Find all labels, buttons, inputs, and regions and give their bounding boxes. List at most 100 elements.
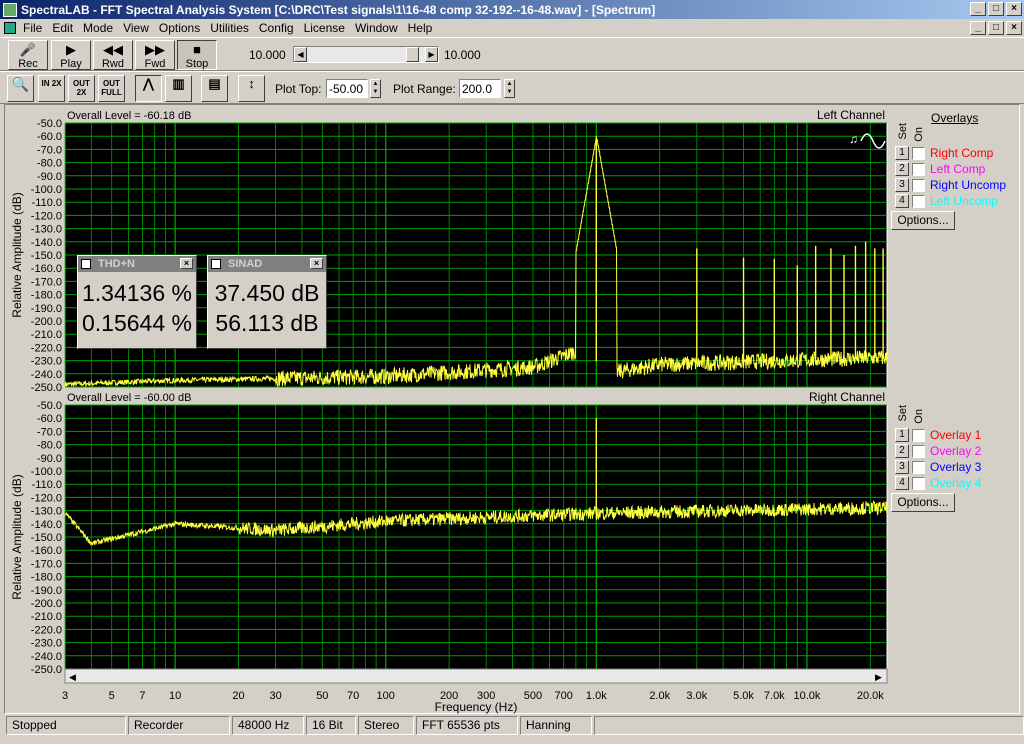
panel-icon <box>81 259 91 269</box>
bar-graph-button[interactable]: ▥ <box>165 75 192 102</box>
doc-minimize-button[interactable]: _ <box>970 21 986 35</box>
overlay-set-button[interactable]: 1 <box>895 146 909 160</box>
x-tick-label: 30 <box>269 690 281 702</box>
overlay-set-button[interactable]: 4 <box>895 194 909 208</box>
doc-restore-button[interactable]: □ <box>988 21 1004 35</box>
fastforward-button[interactable]: ▶▶ Fwd <box>135 40 175 70</box>
overlay-options-button[interactable]: Options... <box>891 211 955 230</box>
line-graph-button[interactable]: ⋀ <box>135 75 162 102</box>
overlay-checkbox[interactable] <box>912 444 925 458</box>
status-channels: Stereo <box>358 716 414 735</box>
menu-edit[interactable]: Edit <box>47 21 78 35</box>
plot-toolbar: 🔍 IN 2X OUT 2X OUT FULL ⋀ ▥ ▤ ↕ Plot Top… <box>0 71 1024 104</box>
rewind-button[interactable]: ◀◀ Rwd <box>93 40 133 70</box>
overlay-set-button[interactable]: 3 <box>895 460 909 474</box>
overlay-row: 4 Left Uncomp <box>895 193 998 209</box>
status-fft-size: FFT 65536 pts <box>416 716 518 735</box>
overlay-options-button[interactable]: Options... <box>891 493 955 512</box>
overlay-checkbox[interactable] <box>912 146 925 160</box>
y-tick-label: -130.0 <box>31 224 62 236</box>
menu-mode[interactable]: Mode <box>78 21 118 35</box>
plot-range-input[interactable]: 200.0 <box>459 79 501 98</box>
minimize-button[interactable]: _ <box>970 2 986 16</box>
plot-top-label: Plot Top: <box>275 82 322 96</box>
channel-label: Right Channel <box>809 390 885 404</box>
overlay-row: 3 Right Uncomp <box>895 177 1006 193</box>
overlay-set-button[interactable]: 2 <box>895 444 909 458</box>
zoom-button[interactable]: 🔍 <box>7 75 34 102</box>
sinad-panel[interactable]: SINAD × 37.450 dB 56.113 dB <box>207 255 327 349</box>
y-tick-label: -240.0 <box>31 369 62 381</box>
y-tick-label: -70.0 <box>37 144 62 156</box>
menu-options[interactable]: Options <box>154 21 205 35</box>
sinad-panel-header[interactable]: SINAD × <box>208 256 326 272</box>
spectrum-chart: -50.0-60.0-70.0-80.0-90.0-100.0-110.0-12… <box>10 108 888 714</box>
slider-right-arrow-icon[interactable]: ▶ <box>425 47 438 62</box>
overall-level: Overall Level = -60.00 dB <box>67 392 191 404</box>
plot-0: -50.0-60.0-70.0 -80.0-90.0-100.0-110.0-12… <box>10 108 888 394</box>
scale-button[interactable]: ↕ <box>238 75 265 102</box>
slider-left-arrow-icon[interactable]: ◀ <box>294 47 307 62</box>
overlay-set-button[interactable]: 2 <box>895 162 909 176</box>
plot-1: -50.0-60.0-70.0 -80.0-90.0-100.0-110.0-12… <box>10 390 888 676</box>
overlays-header: Overlays <box>931 111 979 125</box>
y-tick-label: -140.0 <box>31 519 62 531</box>
y-tick-label: -220.0 <box>31 624 62 636</box>
overlay-checkbox[interactable] <box>912 178 925 192</box>
slider-left-value: 10.000 <box>249 48 286 62</box>
menu-window[interactable]: Window <box>350 21 403 35</box>
x-tick-label: 50 <box>316 690 328 702</box>
zoom-out-full-button[interactable]: OUT FULL <box>98 75 125 102</box>
scroll-right-arrow-icon: ▶ <box>875 672 882 682</box>
doc-close-button[interactable]: × <box>1006 21 1022 35</box>
overlay-set-button[interactable]: 4 <box>895 476 909 490</box>
sinad-close-button[interactable]: × <box>310 258 323 269</box>
y-tick-label: -120.0 <box>31 492 62 504</box>
zoom-in-2x-button[interactable]: IN 2X <box>38 75 65 102</box>
close-button[interactable]: × <box>1006 2 1022 16</box>
overlay-checkbox[interactable] <box>912 428 925 442</box>
overlay-checkbox[interactable] <box>912 162 925 176</box>
overlay-on-label: On <box>913 409 925 424</box>
stop-button[interactable]: ■ Stop <box>177 40 217 70</box>
y-tick-label: -60.0 <box>37 413 62 425</box>
x-tick-label: 10 <box>169 690 181 702</box>
menu-config[interactable]: Config <box>254 21 299 35</box>
balance-slider[interactable]: ◀ ▶ <box>293 46 439 63</box>
scroll-left-arrow-icon: ◀ <box>69 672 76 682</box>
zoom-out-2x-button[interactable]: OUT 2X <box>68 75 95 102</box>
y-tick-label: -170.0 <box>31 276 62 288</box>
plot-range-label: Plot Range: <box>393 82 456 96</box>
plot-range-spinner[interactable]: ▲ ▼ <box>504 79 515 98</box>
play-icon: ▶ <box>66 42 76 57</box>
overlay-checkbox[interactable] <box>912 460 925 474</box>
thd-panel[interactable]: THD+N × 1.34136 % 0.15644 % <box>77 255 197 349</box>
overlay-set-button[interactable]: 1 <box>895 428 909 442</box>
menu-utilities[interactable]: Utilities <box>205 21 254 35</box>
overlay-set-label: Set <box>897 405 909 422</box>
thd-value-1: 1.34136 % <box>82 280 192 306</box>
rec-button[interactable]: 🎤 Rec <box>8 40 48 70</box>
overlay-set-button[interactable]: 3 <box>895 178 909 192</box>
menu-license[interactable]: License <box>299 21 350 35</box>
window-title: SpectraLAB - FFT Spectral Analysis Syste… <box>21 2 656 17</box>
plot-top-input[interactable]: -50.00 <box>326 79 368 98</box>
overlay-checkbox[interactable] <box>912 476 925 490</box>
y-tick-label: -140.0 <box>31 237 62 249</box>
menu-view[interactable]: View <box>118 21 154 35</box>
menu-help[interactable]: Help <box>403 21 438 35</box>
play-button[interactable]: ▶ Play <box>51 40 91 70</box>
settings-button[interactable]: ▤ <box>201 75 228 102</box>
slider-thumb[interactable] <box>406 47 419 62</box>
thd-close-button[interactable]: × <box>180 258 193 269</box>
y-tick-label: -250.0 <box>31 664 62 676</box>
y-tick-label: -100.0 <box>31 466 62 478</box>
menu-file[interactable]: File <box>18 21 47 35</box>
thd-panel-header[interactable]: THD+N × <box>78 256 196 272</box>
overlay-label: Overlay 2 <box>930 444 982 458</box>
x-tick-label: 1.0k <box>586 690 607 702</box>
plot-top-spinner[interactable]: ▲ ▼ <box>370 79 381 98</box>
maximize-button[interactable]: □ <box>988 2 1004 16</box>
overlay-checkbox[interactable] <box>912 194 925 208</box>
y-tick-label: -110.0 <box>32 197 62 209</box>
